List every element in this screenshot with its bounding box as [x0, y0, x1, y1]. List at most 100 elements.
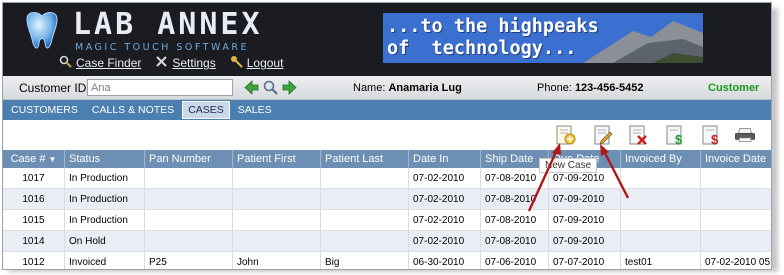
tab-sales[interactable]: SALES [232, 101, 278, 119]
customer-name: Name: Anamaria Lug [353, 82, 462, 94]
table-row[interactable]: 1017 In Production 07-02-2010 07-08-2010… [3, 168, 771, 189]
settings-label: Settings [172, 56, 216, 70]
cell-case-number: 1016 [3, 189, 65, 209]
cell-ship-date: 07-08-2010 [481, 189, 549, 209]
customer-status: Customer [708, 82, 760, 94]
column-header-patient-first[interactable]: Patient First [233, 150, 321, 168]
column-header-invoice-date[interactable]: Invoice Date [701, 150, 771, 168]
cell-invoice-date [701, 231, 771, 251]
cell-patient-first [233, 231, 321, 251]
logout-link[interactable]: Logout [230, 55, 284, 71]
customer-nav [243, 79, 298, 99]
cell-pan-number [145, 168, 233, 188]
svg-text:$: $ [675, 132, 683, 146]
cell-status: In Production [65, 210, 145, 230]
cell-case-number: 1014 [3, 231, 65, 251]
brand-name: LAB ANNEX [73, 7, 263, 42]
tab-cases[interactable]: CASES [182, 101, 230, 119]
cell-date-in: 07-02-2010 [409, 168, 481, 188]
cell-due-date: 07-09-2010 [549, 210, 621, 230]
invoice-remove-icon: $ [702, 125, 719, 147]
table-row[interactable]: 1012 Invoiced P25 John Big 06-30-2010 07… [3, 252, 771, 269]
banner-line-2: of technology... [387, 38, 577, 59]
table-row[interactable]: 1016 In Production 07-02-2010 07-08-2010… [3, 189, 771, 210]
delete-case-button[interactable] [627, 124, 649, 146]
cell-ship-date: 07-08-2010 [481, 210, 549, 230]
cell-patient-first [233, 210, 321, 230]
cell-pan-number [145, 231, 233, 251]
cell-invoiced-by: test01 [621, 252, 701, 269]
cell-patient-last: Big [321, 252, 409, 269]
svg-text:$: $ [711, 132, 719, 146]
invoice-add-icon: $ [666, 125, 683, 147]
logout-label: Logout [246, 56, 284, 70]
cell-patient-last [321, 189, 409, 209]
table-row[interactable]: 1014 On Hold 07-02-2010 07-08-2010 07-09… [3, 231, 771, 252]
app-window: LAB ANNEX MAGIC TOUCH SOFTWARE Case Find… [2, 2, 772, 270]
case-finder-link[interactable]: Case Finder [59, 55, 141, 71]
cell-status: Invoiced [65, 252, 145, 269]
app-header: LAB ANNEX MAGIC TOUCH SOFTWARE Case Find… [3, 3, 771, 76]
cell-due-date: 07-09-2010 [549, 189, 621, 209]
case-finder-label: Case Finder [76, 56, 142, 70]
search-icon[interactable] [262, 79, 279, 99]
column-header-pan-number[interactable]: Pan Number [145, 150, 233, 168]
column-header-patient-last[interactable]: Patient Last [321, 150, 409, 168]
cell-invoice-date [701, 210, 771, 230]
cell-pan-number [145, 189, 233, 209]
table-row[interactable]: 1015 In Production 07-02-2010 07-08-2010… [3, 210, 771, 231]
cell-date-in: 06-30-2010 [409, 252, 481, 269]
cell-invoiced-by [621, 189, 701, 209]
cell-status: On Hold [65, 231, 145, 251]
new-case-tooltip: New Case [539, 158, 598, 173]
customer-phone: Phone: 123-456-5452 [537, 82, 643, 94]
tooth-logo-icon [21, 9, 63, 53]
cell-date-in: 07-02-2010 [409, 189, 481, 209]
header-banner: ...to the highpeaks of technology... [383, 13, 703, 63]
cell-case-number: 1012 [3, 252, 65, 269]
cell-case-number: 1017 [3, 168, 65, 188]
tab-customers[interactable]: CUSTOMERS [5, 101, 84, 119]
print-button[interactable] [734, 124, 764, 146]
column-header-date-in[interactable]: Date In [409, 150, 481, 168]
cell-patient-first: John [233, 252, 321, 269]
customer-id-input[interactable] [87, 79, 233, 96]
key-icon [230, 55, 243, 71]
invoice-remove-button[interactable]: $ [700, 124, 722, 147]
main-tabs: CUSTOMERS CALLS & NOTES CASES SALES [3, 100, 771, 120]
phone-value: 123-456-5452 [574, 82, 644, 94]
cell-due-date: 07-09-2010 [549, 231, 621, 251]
settings-link[interactable]: Settings [155, 55, 216, 71]
invoice-add-button[interactable]: $ [664, 124, 686, 147]
cell-status: In Production [65, 168, 145, 188]
edit-case-button[interactable] [592, 124, 614, 146]
customer-bar: Customer ID: Name: Anamaria Lug Phone: 1… [3, 76, 771, 100]
cell-status: In Production [65, 189, 145, 209]
tools-icon [155, 55, 168, 71]
cell-pan-number [145, 210, 233, 230]
next-arrow-icon[interactable] [281, 79, 298, 99]
previous-arrow-icon[interactable] [243, 79, 260, 99]
cell-invoiced-by [621, 231, 701, 251]
cell-patient-last [321, 168, 409, 188]
edit-case-icon [594, 125, 613, 145]
column-header-case-number[interactable]: Case # ▼ [3, 150, 65, 168]
cell-due-date: 07-07-2010 [549, 252, 621, 269]
cell-invoiced-by [621, 168, 701, 188]
banner-slogan: ...to the highpeaks of technology... [387, 16, 599, 60]
sort-desc-icon: ▼ [48, 155, 57, 164]
column-header-label: Case # [10, 153, 46, 165]
grid-header: Case # ▼ Status Pan Number Patient First … [3, 150, 771, 168]
column-header-invoiced-by[interactable]: Invoiced By [621, 150, 701, 168]
tab-calls-notes[interactable]: CALLS & NOTES [86, 101, 180, 119]
new-case-icon [556, 125, 576, 145]
cell-ship-date: 07-08-2010 [481, 231, 549, 251]
column-header-status[interactable]: Status [65, 150, 145, 168]
cases-grid: Case # ▼ Status Pan Number Patient First … [3, 150, 771, 269]
cell-patient-first [233, 168, 321, 188]
cell-date-in: 07-02-2010 [409, 210, 481, 230]
cell-case-number: 1015 [3, 210, 65, 230]
brand-tagline: MAGIC TOUCH SOFTWARE [75, 42, 249, 53]
customer-id-label: Customer ID: [19, 81, 90, 95]
new-case-button[interactable] [554, 124, 576, 146]
